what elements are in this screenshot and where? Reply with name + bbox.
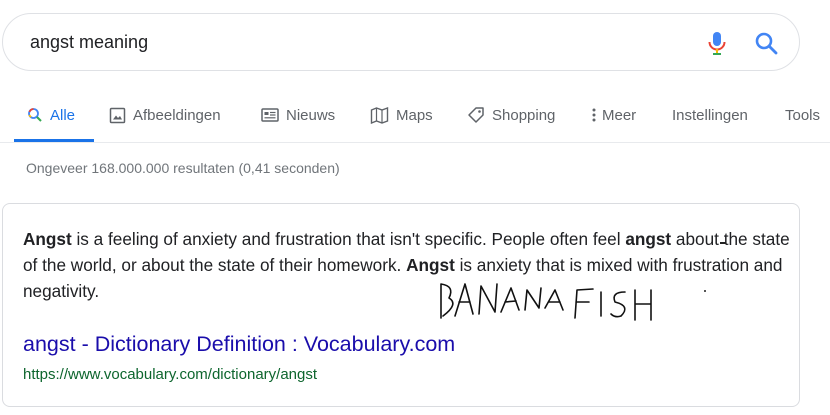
tabs-divider bbox=[0, 142, 830, 143]
tab-label: Instellingen bbox=[672, 106, 748, 124]
tab-label: Tools bbox=[785, 106, 821, 124]
snippet-text-part: is a feeling of anxiety and frustration … bbox=[71, 229, 626, 249]
result-stats: Ongeveer 168.000.000 resultaten (0,41 se… bbox=[26, 160, 340, 176]
snippet-bold-term: angst bbox=[625, 229, 672, 249]
handwritten-annotation bbox=[440, 283, 652, 321]
microphone-icon[interactable] bbox=[705, 30, 729, 56]
news-icon bbox=[261, 108, 279, 122]
more-vert-icon bbox=[592, 108, 596, 122]
tab-maps[interactable]: Maps bbox=[370, 104, 433, 126]
tab-label: Afbeeldingen bbox=[133, 106, 221, 124]
snippet-bold-term: Angst bbox=[23, 229, 72, 249]
stray-mark bbox=[704, 290, 706, 292]
search-icon[interactable] bbox=[753, 30, 779, 56]
tab-label: Maps bbox=[396, 106, 433, 124]
image-icon bbox=[109, 107, 126, 123]
search-box[interactable]: angst meaning bbox=[2, 13, 800, 71]
result-url-link[interactable]: https://www.vocabulary.com/dictionary/an… bbox=[23, 366, 317, 383]
tab-label: Shopping bbox=[492, 106, 556, 124]
tab-meer[interactable]: Meer bbox=[590, 104, 636, 126]
tab-afbeeldingen[interactable]: Afbeeldingen bbox=[109, 104, 221, 126]
result-title-link[interactable]: angst - Dictionary Definition : Vocabula… bbox=[23, 332, 455, 357]
tab-label: Nieuws bbox=[286, 106, 336, 124]
search-input[interactable]: angst meaning bbox=[30, 32, 148, 53]
search-icon bbox=[28, 108, 42, 122]
tab-tools[interactable]: Tools bbox=[785, 104, 820, 126]
search-tabs: Alle Afbeeldingen Nieuws Maps Shopping M… bbox=[0, 96, 830, 142]
tab-shopping[interactable]: Shopping bbox=[467, 104, 555, 126]
tab-instellingen[interactable]: Instellingen bbox=[672, 104, 748, 126]
tab-nieuws[interactable]: Nieuws bbox=[261, 104, 335, 126]
snippet-text-part: about bbox=[671, 229, 724, 249]
map-icon bbox=[370, 107, 389, 124]
tab-alle[interactable]: Alle bbox=[27, 104, 75, 126]
snippet-text: Angst is a feeling of anxiety and frustr… bbox=[23, 226, 793, 304]
tab-label: Meer bbox=[602, 106, 637, 124]
tab-label: Alle bbox=[50, 106, 76, 124]
tag-icon bbox=[468, 107, 484, 123]
snippet-bold-term: Angst bbox=[406, 255, 455, 275]
featured-snippet-card: Angst is a feeling of anxiety and frustr… bbox=[2, 203, 800, 407]
